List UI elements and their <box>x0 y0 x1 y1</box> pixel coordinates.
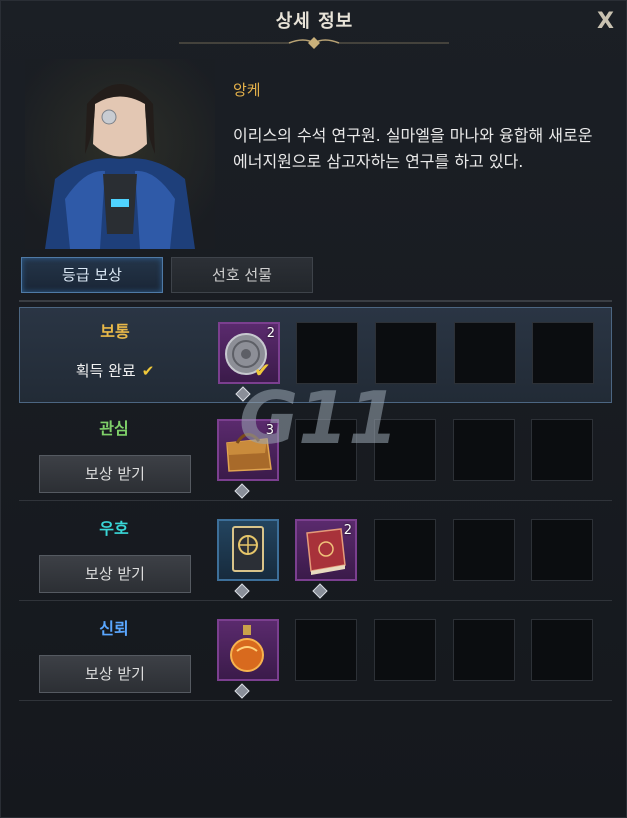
tab-grade-reward[interactable]: 등급 보상 <box>21 257 163 293</box>
item-count: 2 <box>266 326 275 341</box>
tab-divider <box>19 300 612 302</box>
empty-reward-slot <box>453 519 515 581</box>
tier-status: 획득 완료 ✔ <box>20 360 210 381</box>
empty-reward-slot <box>453 419 515 481</box>
npc-description: 이리스의 수석 연구원. 실마엘을 마나와 융합해 새로운 에너지원으로 삼고자… <box>233 126 593 171</box>
rarity-gem-icon <box>312 583 328 599</box>
empty-reward-slot <box>374 519 436 581</box>
potion-flask-icon <box>230 625 264 672</box>
tier-name: 우호 <box>99 519 129 538</box>
empty-reward-slot <box>374 619 436 681</box>
tier-name: 신뢰 <box>99 619 129 638</box>
title-bar: 상세 정보 X <box>1 1 627 49</box>
claim-reward-button[interactable]: 보상 받기 <box>39 455 191 493</box>
empty-reward-slot <box>532 322 594 384</box>
empty-reward-slot <box>531 519 593 581</box>
claim-status-label: 획득 완료 <box>75 362 136 380</box>
tab-preferred-gift[interactable]: 선호 선물 <box>171 257 313 293</box>
claim-reward-button[interactable]: 보상 받기 <box>39 655 191 693</box>
rarity-gem-icon <box>234 483 250 499</box>
rarity-gem-icon <box>234 583 250 599</box>
reward-slot[interactable] <box>217 519 279 581</box>
empty-reward-slot <box>531 619 593 681</box>
check-icon: ✔ <box>141 362 155 380</box>
window-title: 상세 정보 <box>275 11 354 32</box>
item-count: 2 <box>343 523 352 538</box>
empty-reward-slot <box>295 619 357 681</box>
tier-row-friendly: 우호 보상 받기 2 <box>19 505 612 601</box>
close-button[interactable]: X <box>597 9 614 34</box>
title-ornament <box>179 37 449 49</box>
empty-reward-slot <box>531 419 593 481</box>
card-pack-icon <box>232 526 264 572</box>
detail-info-panel: 상세 정보 X 앙케 이리스의 수석 연구원. 실마엘을 마나와 융합해 새로운… <box>0 0 627 818</box>
tier-name: 관심 <box>99 419 129 438</box>
tier-name: 보통 <box>100 322 130 341</box>
reward-slot[interactable] <box>217 619 279 681</box>
npc-name: 앙케 <box>233 81 261 99</box>
watermark-logo: G11 <box>239 376 398 455</box>
empty-reward-slot <box>454 322 516 384</box>
npc-portrait <box>25 59 215 249</box>
claim-reward-button[interactable]: 보상 받기 <box>39 555 191 593</box>
tier-row-trust: 신뢰 보상 받기 <box>19 605 612 701</box>
reward-slot[interactable]: 2 <box>295 519 357 581</box>
rarity-gem-icon <box>234 683 250 699</box>
empty-reward-slot <box>453 619 515 681</box>
svg-text:G11: G11 <box>239 376 398 455</box>
